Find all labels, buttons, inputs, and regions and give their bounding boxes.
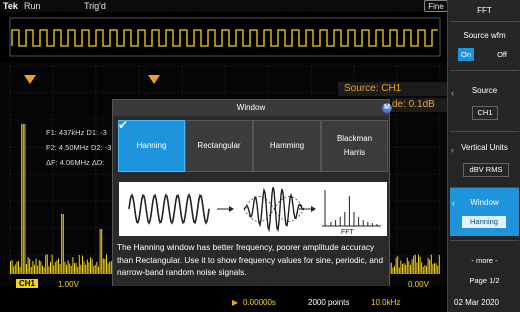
more-button[interactable]: - more - <box>448 256 520 265</box>
arrow-right-icon <box>217 206 234 212</box>
run-status[interactable]: Run <box>24 0 41 12</box>
cursor-f1: F1: 437kHz D1: -3 <box>46 128 107 137</box>
menu-title: FFT <box>477 6 492 15</box>
window-option-rectangular[interactable]: Rectangular <box>185 120 253 172</box>
sine-wave-graphic <box>128 193 210 225</box>
vertical-units-value[interactable]: dBV RMS <box>463 163 509 177</box>
source-wfm-label: Source wfm <box>463 31 506 40</box>
fft-spectrum-graphic <box>322 190 381 227</box>
vertical-units-label: Vertical Units <box>461 143 508 152</box>
record-length: 2000 points <box>308 298 350 307</box>
window-label: Window <box>470 198 499 207</box>
window-illustration: FFT <box>119 182 387 236</box>
source-wfm-off-button[interactable]: Off <box>494 48 510 61</box>
cursor-f2: F2: 4.50MHz D2: -3 <box>46 143 112 152</box>
window-menu-item[interactable]: ‹ Window Hanning <box>450 188 519 236</box>
dialog-title: Window <box>113 100 389 116</box>
status-bar: Tek Run Trig'd Fine <box>0 0 448 12</box>
date-readout: 02 Mar 2020 <box>454 298 499 307</box>
cursor-readout: F1: 437kHz D1: -3 F2: 4.50MHz D2: -3 ΔF:… <box>38 126 112 174</box>
ch1-badge[interactable]: CH1 <box>16 279 39 288</box>
side-menu: FFT Source wfm On Off ‹ Source CH1 ‹ Ver… <box>447 0 520 312</box>
waveform-overview <box>0 12 447 60</box>
window-option-blackman-harris[interactable]: Blackman Harris <box>321 120 388 172</box>
fine-button[interactable]: Fine <box>424 0 448 12</box>
window-dialog: Window M Hanning Rectangular Hamming Bla… <box>112 99 392 289</box>
time-position: 0.00000s <box>243 298 276 307</box>
window-value: Hanning <box>462 216 506 228</box>
menu-badge-icon: M <box>382 103 392 113</box>
scale-readout: de: 0.1dB <box>392 98 447 112</box>
window-description: The Hanning window has better frequency,… <box>117 242 384 277</box>
trigger-marker-icon[interactable] <box>148 75 160 85</box>
checkmark-icon: ✔ <box>118 118 129 132</box>
source-label: Source <box>471 86 498 95</box>
source-readout: Source: CH1 <box>338 82 447 96</box>
trigger-position-icon: ▶ <box>232 298 239 307</box>
page-indicator: Page 1/2 <box>469 276 500 285</box>
overview-trace <box>11 29 438 47</box>
source-value[interactable]: CH1 <box>472 106 498 120</box>
ch1-scale: 1.00V <box>58 280 79 289</box>
window-option-hamming[interactable]: Hamming <box>253 120 321 172</box>
fft-label: FFT <box>341 229 355 236</box>
trigger-level: 0.00V <box>408 280 429 289</box>
window-function-graphic <box>243 186 305 233</box>
trigger-status: Trig'd <box>84 1 106 11</box>
brand-logo: Tek <box>3 1 18 11</box>
sample-rate: 10.0kHz <box>371 298 401 307</box>
cursor-delta: ΔF: 4.06MHz ΔD: <box>46 158 105 167</box>
trigger-marker-icon[interactable] <box>24 75 36 85</box>
bottom-bar: CH1 1.00V ▶ 0.00000s 2000 points 10.0kHz… <box>0 279 447 312</box>
source-wfm-on-button[interactable]: On <box>458 48 474 61</box>
